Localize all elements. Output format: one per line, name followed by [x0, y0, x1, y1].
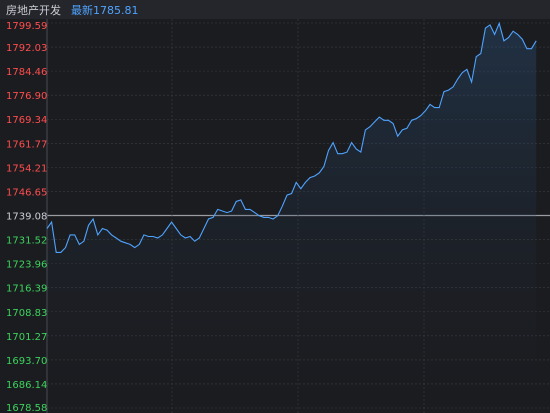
y-tick-label: 1686.14 — [6, 380, 47, 391]
y-tick-label: 1754.21 — [6, 163, 47, 174]
y-tick-label: 1716.39 — [6, 284, 47, 295]
y-tick-label: 1784.46 — [6, 67, 47, 78]
y-tick-label: 1708.83 — [6, 308, 47, 319]
y-tick-label: 1693.70 — [6, 356, 47, 367]
y-tick-label: 1792.03 — [6, 43, 47, 54]
y-tick-label: 1739.08 — [6, 212, 47, 223]
y-tick-label: 1776.90 — [6, 91, 47, 102]
latest-value: 1785.81 — [93, 3, 139, 17]
y-tick-label: 1723.96 — [6, 260, 47, 271]
y-tick-label: 1746.65 — [6, 187, 47, 198]
latest-price: 最新1785.81 — [71, 2, 139, 18]
y-tick-label: 1799.59 — [6, 21, 47, 32]
intraday-chart[interactable]: 1799.59 1792.03 1784.46 1776.90 1769.34 1761.… — [0, 19, 550, 413]
y-tick-label: 1769.34 — [6, 115, 47, 126]
y-tick-label: 1761.77 — [6, 139, 47, 150]
y-tick-label: 1731.52 — [6, 236, 47, 247]
y-axis-labels: 1799.59 1792.03 1784.46 1776.90 1769.34 1761.… — [6, 21, 47, 413]
y-tick-label: 1701.27 — [6, 332, 47, 343]
y-tick-label: 1678.58 — [6, 403, 47, 413]
index-name: 房地产开发 — [6, 3, 61, 17]
latest-label: 最新 — [71, 3, 93, 17]
chart-header: 房地产开发 最新1785.81 — [0, 0, 550, 19]
